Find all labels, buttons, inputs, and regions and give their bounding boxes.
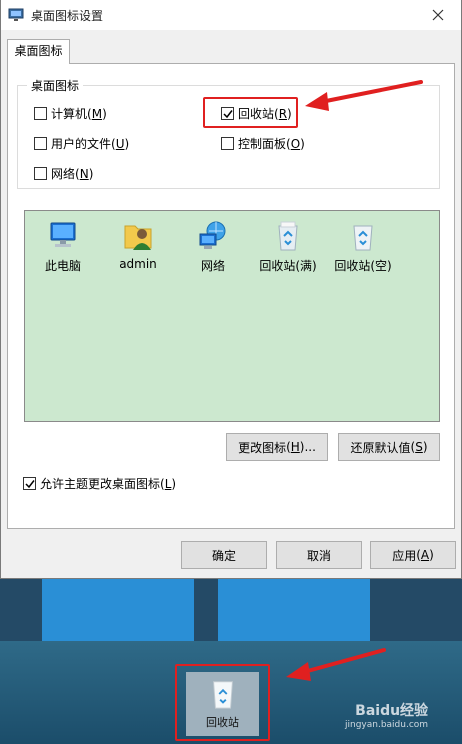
- checkbox-label: 网络(N): [51, 167, 94, 181]
- checkbox-network[interactable]: 网络(N): [34, 165, 93, 182]
- ok-button[interactable]: 确定: [181, 541, 267, 569]
- icon-item-label: admin: [119, 257, 157, 271]
- title-bar: 桌面图标设置: [1, 0, 461, 30]
- recycle-bin-full-icon: [278, 221, 298, 251]
- icon-item-recycle-bin-empty[interactable]: 回收站(空): [325, 219, 401, 274]
- checkbox-label: 控制面板(O): [238, 137, 305, 151]
- checkbox-label: 用户的文件(U): [51, 137, 130, 151]
- network-icon: [199, 221, 226, 249]
- computer-icon: [50, 222, 76, 247]
- display-settings-icon: [8, 8, 24, 21]
- icon-item-label: 回收站(满): [259, 259, 317, 273]
- group-label: 桌面图标: [27, 77, 84, 94]
- icon-item-admin[interactable]: admin: [100, 219, 176, 271]
- highlight-box: [203, 97, 298, 128]
- checkmark-icon: [24, 479, 35, 488]
- icon-list-view[interactable]: 此电脑 admin 网络 回收站(满) 回收站(空): [24, 210, 440, 422]
- desktop-window-tile: [218, 579, 370, 641]
- icon-item-this-pc[interactable]: 此电脑: [25, 219, 101, 274]
- watermark-main: Baidu经验: [355, 703, 429, 719]
- desktop-icon-settings-dialog: 桌面图标设置 桌面图标 桌面图标 计算机(M) 回收站(R) 用户的文件(U) …: [0, 0, 462, 579]
- icon-item-label: 网络: [200, 259, 225, 273]
- cancel-button[interactable]: 取消: [276, 541, 362, 569]
- checkbox-box-checked[interactable]: [23, 477, 36, 490]
- checkbox-box[interactable]: [34, 137, 47, 150]
- user-folder-icon: [124, 225, 152, 250]
- checkbox-user-files[interactable]: 用户的文件(U): [34, 135, 129, 152]
- checkbox-control-panel[interactable]: 控制面板(O): [221, 135, 305, 152]
- close-icon: [432, 9, 444, 21]
- watermark: Baidu经验 jingyan.baidu.com: [345, 700, 428, 730]
- checkbox-label: 允许主题更改桌面图标(L): [40, 477, 177, 491]
- checkbox-box[interactable]: [34, 167, 47, 180]
- icon-item-network[interactable]: 网络: [175, 219, 251, 274]
- tab-desktop-icons[interactable]: 桌面图标: [7, 39, 70, 64]
- checkbox-allow-themes[interactable]: 允许主题更改桌面图标(L): [23, 475, 176, 492]
- icon-item-recycle-bin-full[interactable]: 回收站(满): [250, 219, 326, 274]
- change-icon-button[interactable]: 更改图标(H)...: [226, 433, 328, 461]
- icon-item-label: 回收站(空): [334, 259, 392, 273]
- highlight-box: [175, 664, 270, 741]
- checkbox-box[interactable]: [221, 137, 234, 150]
- checkbox-box[interactable]: [34, 107, 47, 120]
- checkbox-computer[interactable]: 计算机(M): [34, 105, 107, 122]
- apply-button[interactable]: 应用(A): [370, 541, 456, 569]
- icon-item-label: 此电脑: [44, 259, 81, 273]
- desktop-window-tile: [42, 579, 194, 641]
- checkbox-label: 计算机(M): [51, 107, 107, 121]
- recycle-bin-empty-icon: [353, 225, 373, 251]
- watermark-url: jingyan.baidu.com: [345, 720, 429, 730]
- window-title: 桌面图标设置: [31, 9, 104, 23]
- close-button[interactable]: [415, 0, 461, 30]
- restore-default-button[interactable]: 还原默认值(S): [338, 433, 440, 461]
